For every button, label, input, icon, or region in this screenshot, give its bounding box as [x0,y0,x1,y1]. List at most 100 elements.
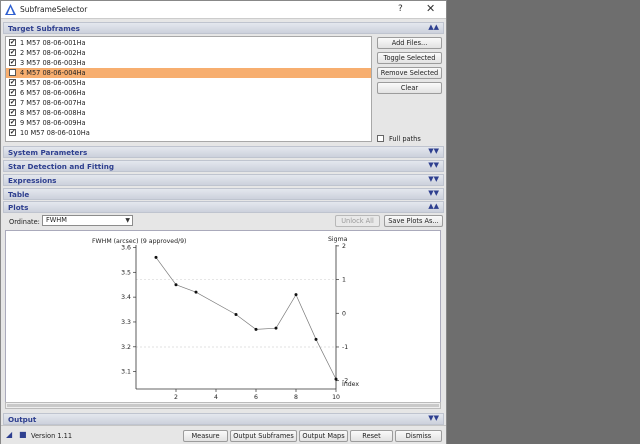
subframe-row[interactable]: 4 M57 08-06-004Ha [6,68,371,78]
expand-icon[interactable]: ▼▼ [428,175,439,183]
data-point[interactable] [174,283,178,287]
subframe-checkbox[interactable] [9,48,16,56]
expand-icon[interactable]: ▼▼ [428,189,439,197]
remove-selected-button[interactable]: Remove Selected [377,67,442,79]
subframe-selector-window: SubframeSelector ? ✕ Target Subframes ▲▲… [0,0,447,444]
chart-title: FWHM (arcsec) (9 approved/9) [92,238,186,245]
data-point[interactable] [334,377,338,381]
collapse-icon[interactable]: ▲▲ [428,23,439,31]
chevron-down-icon: ▼ [125,217,130,224]
subframe-row[interactable]: 9 M57 08-06-009Ha [6,118,371,128]
add-files-button[interactable]: Add Files... [377,37,442,49]
plot-area[interactable]: 3.6 3.5 3.4 3.3 3.2 3.1 2 4 6 8 10 2 1 0 -1 -2 FWHM (… [5,230,441,408]
full-paths-checkbox[interactable] [377,135,384,142]
section-system-parameters[interactable]: System Parameters ▼▼ [3,146,444,158]
subframe-label: 5 M57 08-06-005Ha [20,79,86,87]
subframe-row[interactable]: 6 M57 08-06-006Ha [6,88,371,98]
data-point[interactable] [254,327,258,331]
subframe-row[interactable]: 5 M57 08-06-005Ha [6,78,371,88]
title-bar: SubframeSelector ? ✕ [1,1,446,19]
subframe-label: 9 M57 08-06-009Ha [20,119,86,127]
subframe-checkbox[interactable] [9,78,16,86]
section-target-subframes[interactable]: Target Subframes ▲▲ [3,22,444,34]
subframe-checkbox[interactable] [9,128,16,136]
data-point[interactable] [194,290,198,294]
subframe-checkbox[interactable] [9,88,16,96]
data-point[interactable] [274,326,278,330]
section-title: System Parameters [8,148,88,157]
fwhm-series-line [155,257,337,380]
subframe-row[interactable]: 7 M57 08-06-007Ha [6,98,371,108]
app-icon [5,4,16,15]
sigma-axis-label: Sigma [328,236,348,243]
subframe-row[interactable]: 2 M57 08-06-002Ha [6,48,371,58]
section-star-detection[interactable]: Star Detection and Fitting ▼▼ [3,160,444,172]
clear-button[interactable]: Clear [377,82,442,94]
output-subframes-button[interactable]: Output Subframes [230,430,297,442]
sigma-tick-label: -1 [342,344,348,351]
data-point[interactable] [314,337,318,341]
section-output[interactable]: Output ▼▼ [3,413,444,425]
bottom-bar: ◢ ■ Version 1.11 Measure Output Subframe… [1,425,446,444]
subframe-checkbox[interactable] [9,108,16,116]
subframe-row[interactable]: 8 M57 08-06-008Ha [6,108,371,118]
section-expressions[interactable]: Expressions ▼▼ [3,174,444,186]
reset-button[interactable]: Reset [350,430,393,442]
subframe-checkbox[interactable] [9,98,16,106]
section-title: Table [8,190,30,199]
x-axis-label: Index [342,381,359,388]
section-table[interactable]: Table ▼▼ [3,188,444,200]
x-tick-label: 2 [174,394,178,401]
unlock-all-button[interactable]: Unlock All [335,215,380,227]
dismiss-button[interactable]: Dismiss [395,430,442,442]
expand-icon[interactable]: ▼▼ [428,161,439,169]
subframe-checkbox[interactable] [9,58,16,66]
output-maps-button[interactable]: Output Maps [299,430,348,442]
subframe-list[interactable]: 1 M57 08-06-001Ha 2 M57 08-06-002Ha 3 M57 … [5,36,372,142]
full-paths-label: Full paths [389,135,421,143]
subframe-row[interactable]: 1 M57 08-06-001Ha [6,38,371,48]
section-plots[interactable]: Plots ▲▲ [3,201,444,213]
data-point[interactable] [234,313,238,317]
y-tick-label: 3.1 [121,369,131,376]
subframe-row[interactable]: 10 M57 08-06-010Ha [6,128,371,138]
subframe-label: 4 M57 08-06-004Ha [20,69,86,77]
y-tick-label: 3.6 [121,244,131,251]
plot-scrollbar[interactable] [5,402,441,409]
x-tick-label: 8 [294,394,298,401]
global-execute-icon[interactable]: ■ [19,430,27,439]
y-tick-label: 3.5 [121,269,131,276]
subframe-checkbox[interactable] [9,69,16,76]
x-tick-label: 4 [214,394,218,401]
ordinate-select[interactable]: FWHM ▼ [42,215,133,226]
save-plots-button[interactable]: Save Plots As... [384,215,443,227]
data-point[interactable] [294,293,298,297]
section-title: Target Subframes [8,24,80,33]
new-instance-icon[interactable]: ◢ [6,430,12,439]
x-tick-label: 6 [254,394,258,401]
help-button[interactable]: ? [398,4,403,14]
sigma-tick-label: 0 [342,310,346,317]
toggle-selected-button[interactable]: Toggle Selected [377,52,442,64]
close-button[interactable]: ✕ [426,2,435,15]
data-point[interactable] [154,255,158,259]
subframe-checkbox[interactable] [9,118,16,126]
subframe-label: 8 M57 08-06-008Ha [20,109,86,117]
expand-icon[interactable]: ▼▼ [428,147,439,155]
fwhm-chart: 3.63.53.43.33.23.1 2 4 6 8 10 210-1-2 FWHM (… [92,236,359,401]
subframe-checkbox[interactable] [9,38,16,46]
y-tick-label: 3.2 [121,344,131,351]
version-label: Version 1.11 [31,432,73,440]
subframe-row[interactable]: 3 M57 08-06-003Ha [6,58,371,68]
scrollbar-thumb[interactable] [7,404,439,407]
measure-button[interactable]: Measure [183,430,228,442]
section-title: Star Detection and Fitting [8,162,114,171]
ordinate-label: Ordinate: [9,218,40,226]
sigma-tick-label: 2 [342,243,346,250]
subframe-label: 2 M57 08-06-002Ha [20,49,86,57]
window-title: SubframeSelector [20,5,88,14]
expand-icon[interactable]: ▼▼ [428,414,439,422]
subframe-label: 1 M57 08-06-001Ha [20,39,86,47]
section-title: Plots [8,203,29,212]
collapse-icon[interactable]: ▲▲ [428,202,439,210]
